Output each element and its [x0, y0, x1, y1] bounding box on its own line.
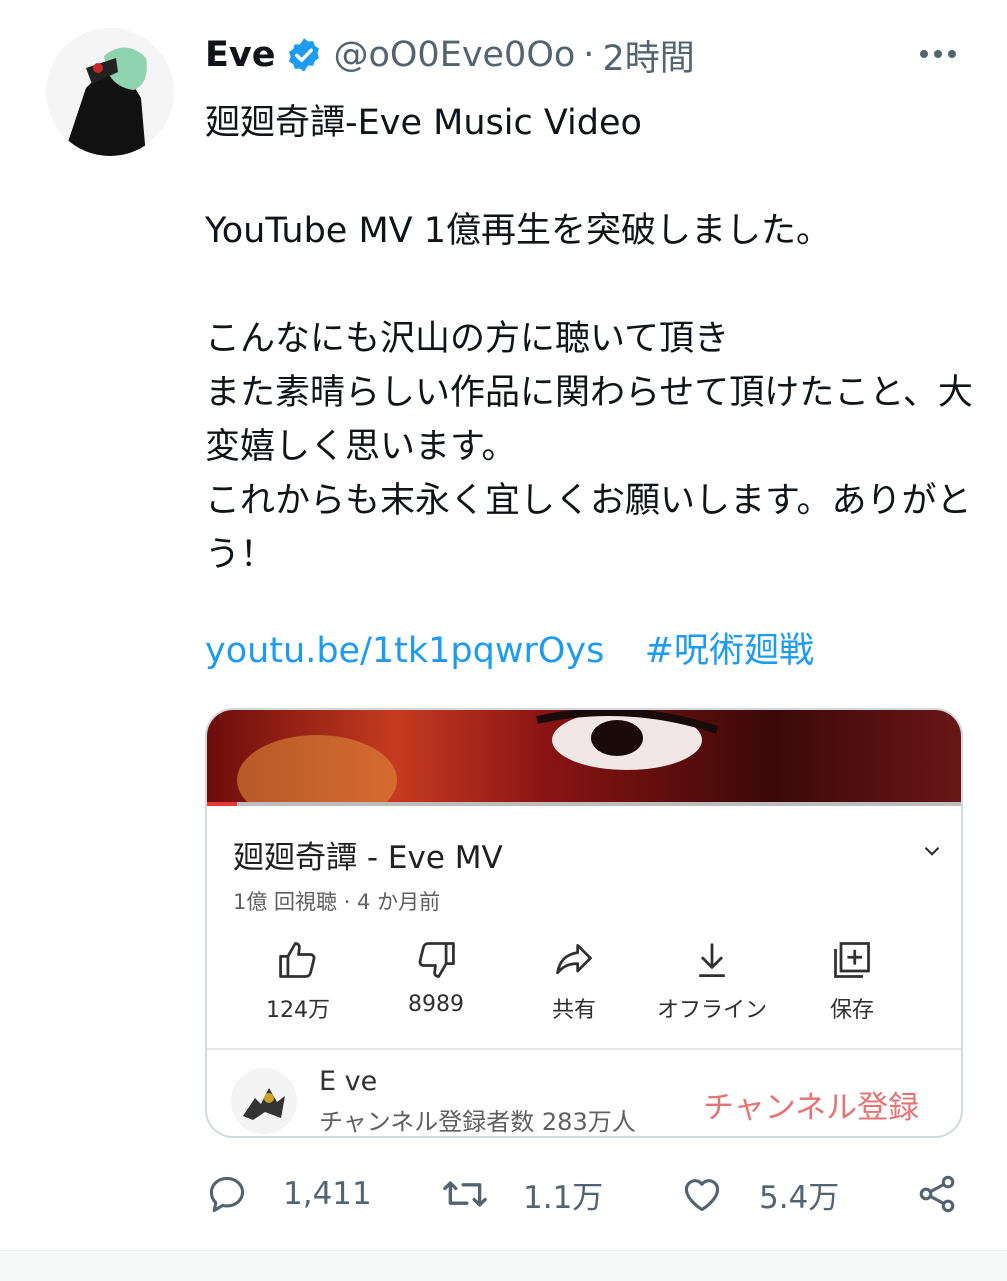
save-label: 保存: [829, 998, 874, 1023]
thumbs-down-icon: [418, 942, 455, 978]
download-icon: [699, 943, 725, 977]
reply-button[interactable]: 1,411: [205, 1164, 372, 1224]
share-arrow-icon: [556, 943, 592, 975]
retweet-button[interactable]: 1.1万: [441, 1164, 603, 1224]
tweet-text: 廻廻奇譚-Eve Music Video YouTube MV 1億再生を突破し…: [205, 96, 975, 582]
card-divider: [207, 1048, 961, 1050]
like-button[interactable]: 124万: [233, 938, 363, 1024]
dislike-button[interactable]: 8989: [371, 938, 501, 1017]
tweet-paragraph: 廻廻奇譚-Eve Music Video: [205, 103, 642, 143]
share-icon: [919, 1175, 955, 1213]
verified-badge-icon: [285, 36, 323, 74]
like-heart-icon: [684, 1179, 720, 1212]
author-avatar[interactable]: [46, 28, 174, 156]
tweet-action-bar: 1,411 1.1万 5.4万: [205, 1164, 975, 1224]
share-button[interactable]: 共有: [509, 938, 639, 1024]
reply-icon: [209, 1176, 245, 1213]
youtube-screenshot-card[interactable]: 廻廻奇譚 - Eve MV 1億 回視聴 · 4 か月前 124万 8989 共…: [205, 708, 963, 1138]
video-progress-track[interactable]: [207, 802, 961, 806]
like-tweet-button[interactable]: 5.4万: [679, 1164, 839, 1224]
like-count: 124万: [266, 998, 330, 1023]
share-label: 共有: [551, 998, 596, 1023]
channel-avatar[interactable]: [231, 1068, 297, 1134]
save-button[interactable]: 保存: [787, 938, 917, 1024]
playlist-add-icon: [834, 942, 870, 978]
separator-dot: ·: [583, 35, 595, 75]
dislike-count: 8989: [408, 992, 464, 1017]
chevron-down-icon[interactable]: [919, 838, 945, 864]
channel-subscribers: チャンネル登録者数 283万人: [319, 1108, 636, 1136]
tweet-header: Eve @oO0Eve0Oo · 2時間: [205, 30, 985, 80]
offline-label: オフライン: [656, 998, 767, 1023]
retweet-count: 1.1万: [523, 1179, 604, 1216]
video-thumbnail: [207, 710, 961, 825]
reply-count: 1,411: [283, 1176, 372, 1212]
bottom-divider: [0, 1250, 1007, 1281]
more-dots-icon[interactable]: [912, 36, 964, 72]
thumbs-up-icon: [279, 942, 316, 978]
tweet-paragraph: YouTube MV 1億再生を突破しました。: [205, 211, 831, 251]
video-meta: 1億 回視聴 · 4 か月前: [233, 890, 441, 914]
retweet-icon: [443, 1181, 487, 1207]
author-name[interactable]: Eve: [205, 35, 275, 75]
share-tweet-button[interactable]: [915, 1164, 993, 1224]
tweet-paragraph: こんなにも沢山の方に聴いて頂き また素晴らしい作品に関わらせて頂けたこと、大変嬉…: [205, 319, 973, 575]
video-progress-fill: [207, 802, 238, 806]
video-link[interactable]: youtu.be/1tk1pqwrOys: [205, 631, 604, 671]
video-title: 廻廻奇譚 - Eve MV: [233, 840, 503, 876]
channel-name: E ve: [319, 1066, 378, 1097]
offline-button[interactable]: オフライン: [647, 938, 777, 1024]
subscribe-button[interactable]: チャンネル登録: [703, 1082, 919, 1127]
hashtag-link[interactable]: #呪術廻戦: [645, 631, 814, 671]
author-handle[interactable]: @oO0Eve0Oo: [333, 35, 575, 75]
video-actions: 124万 8989 共有 オフライン 保存: [231, 938, 941, 1038]
like-count-tweet: 5.4万: [759, 1179, 840, 1216]
tweet-links: youtu.be/1tk1pqwrOys #呪術廻戦: [205, 624, 814, 678]
tweet-time[interactable]: 2時間: [602, 30, 694, 81]
